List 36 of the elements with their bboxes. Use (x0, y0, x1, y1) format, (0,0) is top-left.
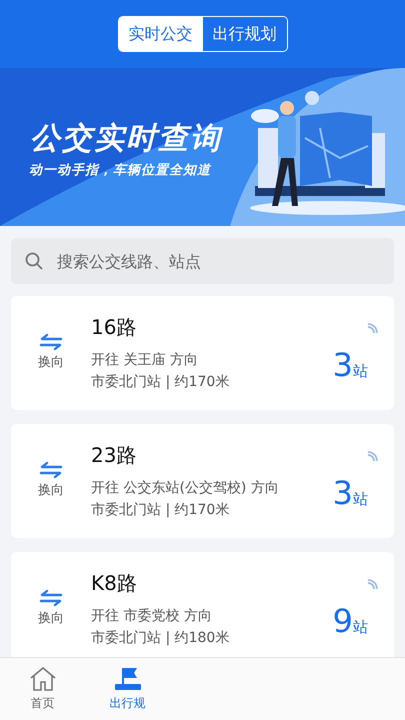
stop-distance: 市委北门站 | 约170米 (91, 501, 230, 520)
swap-arrows-icon (39, 333, 63, 352)
swap-arrows-icon (39, 589, 63, 608)
route-direction: 开往 公交东站(公交驾校) 方向 (91, 479, 280, 498)
swap-direction-button[interactable]: 换向 (29, 333, 73, 373)
route-name: K8路 (91, 570, 138, 598)
route-direction: 开往 市委党校 方向 (91, 607, 213, 626)
swap-arrows-icon (39, 461, 63, 480)
stop-unit: 站 (353, 617, 368, 638)
stop-count: 3 (332, 477, 353, 510)
route-direction: 开往 关王庙 方向 (91, 351, 199, 370)
search-field[interactable]: 搜索公交线路、站点 (11, 238, 394, 284)
live-signal-icon (366, 451, 378, 464)
route-name: 16路 (91, 314, 138, 342)
nav-tab[interactable]: 首页 (0, 658, 85, 720)
stop-count: 9 (332, 605, 353, 638)
stop-unit: 站 (353, 361, 368, 382)
swap-direction-button[interactable]: 换向 (29, 589, 73, 629)
route-card[interactable]: 换向 K8路 开往 市委党校 方向 市委北门站 | 约180米 9站 (11, 552, 394, 657)
banner-title: 公交实时查询 (30, 120, 222, 158)
stop-distance: 市委北门站 | 约180米 (91, 629, 230, 648)
nav-tab[interactable]: 出行规 (85, 658, 170, 720)
segment-tab[interactable]: 实时公交 (118, 17, 202, 51)
search-icon (25, 252, 43, 270)
stop-unit: 站 (353, 489, 368, 510)
home-icon (28, 666, 58, 692)
stop-count: 3 (332, 349, 353, 382)
route-name: 23路 (91, 442, 138, 470)
swap-direction-button[interactable]: 换向 (29, 461, 73, 501)
route-card[interactable]: 换向 23路 开往 公交东站(公交驾校) 方向 市委北门站 | 约170米 3站 (11, 424, 394, 538)
live-signal-icon (366, 323, 378, 336)
route-card[interactable]: 换向 16路 开往 关王庙 方向 市委北门站 | 约170米 3站 (11, 296, 394, 410)
banner-subtitle: 动一动手指，车辆位置全知道 (29, 162, 211, 180)
stop-distance: 市委北门站 | 约170米 (91, 373, 230, 392)
live-signal-icon (366, 579, 378, 592)
flag-icon (112, 666, 142, 692)
